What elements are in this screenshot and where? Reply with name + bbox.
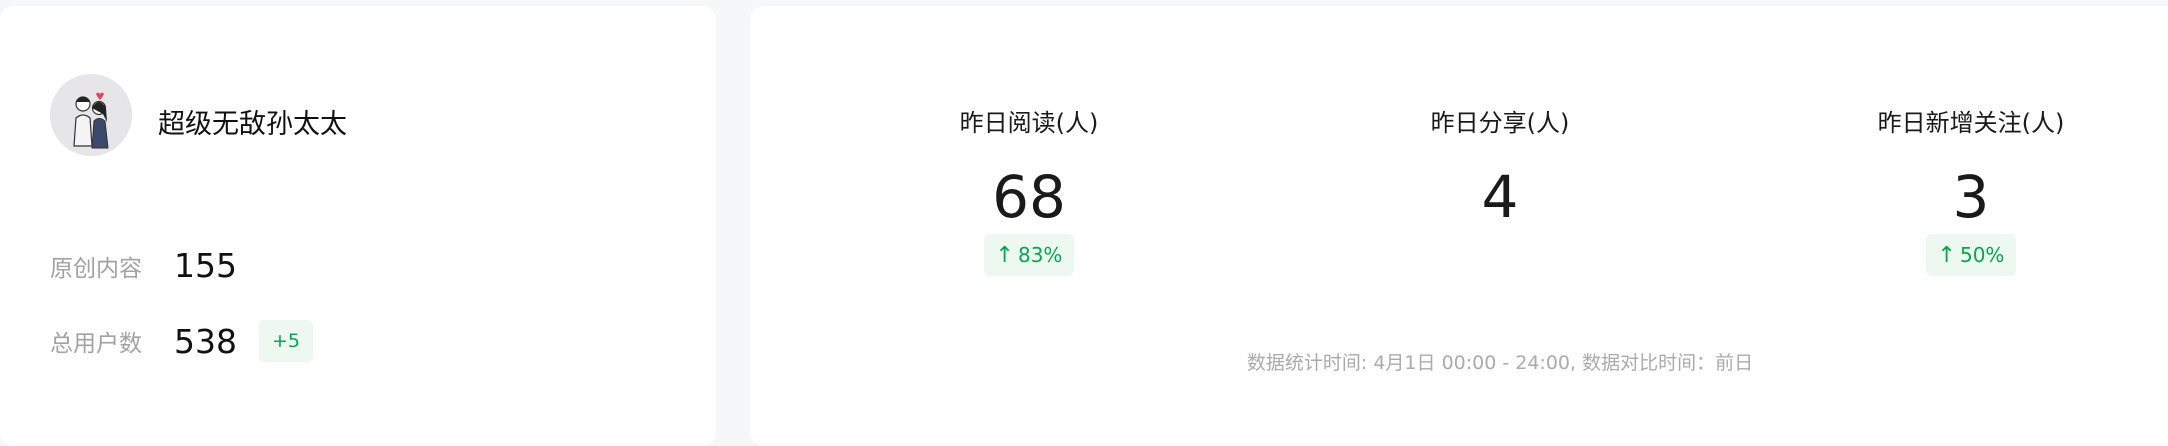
original-content-label: 原创内容 bbox=[50, 255, 142, 282]
metric-new-follows-change-value: 50% bbox=[1959, 243, 2005, 267]
arrow-up-icon: ↑ bbox=[995, 242, 1014, 268]
total-users-value: 538 bbox=[174, 321, 237, 361]
metric-reads-value: 68 bbox=[992, 163, 1066, 231]
account-card: 超级无敌孙太太 原创内容 155 总用户数 538 +5 bbox=[0, 6, 716, 446]
metric-new-follows-change-badge: ↑ 50% bbox=[1925, 234, 2017, 276]
avatar[interactable] bbox=[50, 74, 132, 156]
stats-time-footnote: 数据统计时间: 4月1日 00:00 - 24:00, 数据对比时间：前日 bbox=[1246, 352, 1754, 374]
total-users-delta-badge: +5 bbox=[259, 320, 314, 362]
metric-reads: 昨日阅读(人) 68 ↑ 83% bbox=[829, 106, 1229, 276]
total-users-row: 总用户数 538 +5 bbox=[50, 320, 314, 362]
total-users-label: 总用户数 bbox=[50, 331, 142, 357]
metric-shares: 昨日分享(人) 4 bbox=[1300, 106, 1700, 230]
metric-reads-change-badge: ↑ 83% bbox=[983, 234, 1075, 276]
couple-illustration-icon bbox=[50, 74, 132, 156]
metric-new-follows-value: 3 bbox=[1952, 163, 1990, 231]
original-content-row: 原创内容 155 bbox=[50, 246, 237, 285]
yesterday-stats-card: 昨日阅读(人) 68 ↑ 83% 昨日分享(人) 4 昨日新增关注(人) 3 ↑… bbox=[750, 6, 2168, 446]
account-name: 超级无敌孙太太 bbox=[158, 109, 347, 140]
metric-new-follows-title: 昨日新增关注(人) bbox=[1877, 109, 2065, 137]
metric-reads-change-value: 83% bbox=[1017, 243, 1063, 267]
arrow-up-icon: ↑ bbox=[1937, 242, 1956, 268]
metric-shares-value: 4 bbox=[1481, 163, 1519, 231]
metric-reads-title: 昨日阅读(人) bbox=[959, 109, 1099, 137]
metric-new-follows: 昨日新增关注(人) 3 ↑ 50% bbox=[1771, 106, 2168, 276]
original-content-value: 155 bbox=[174, 246, 237, 285]
metric-shares-title: 昨日分享(人) bbox=[1430, 109, 1570, 137]
